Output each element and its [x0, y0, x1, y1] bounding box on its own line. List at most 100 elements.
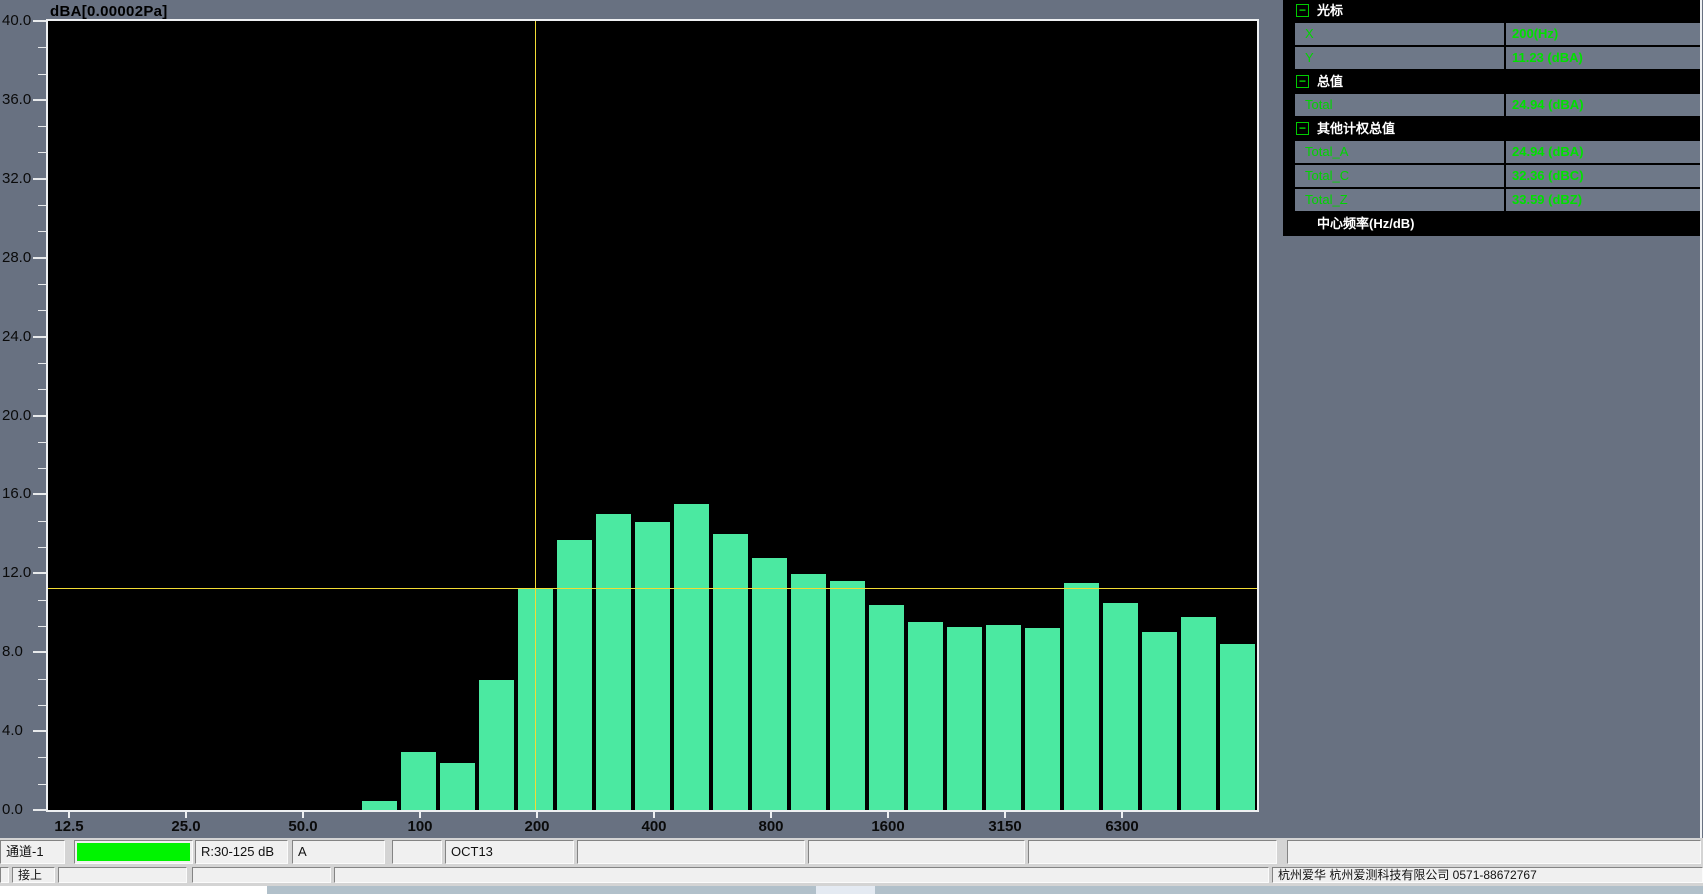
y-minor-tick — [38, 626, 46, 627]
result-value: 11.23 (dBA) — [1504, 47, 1700, 69]
y-axis-label: 12.0 — [2, 564, 46, 581]
results-table: −光标X200(Hz)Y11.23 (dBA)−总值Total24.94 (dB… — [1283, 0, 1700, 236]
y-axis-label: 32.0 — [2, 170, 46, 187]
spectrum-bar-125[interactable] — [440, 763, 475, 810]
spectrum-bar-500[interactable] — [674, 504, 709, 810]
result-value: 33.59 (dBZ) — [1504, 189, 1700, 211]
chart-title: dBA[0.00002Pa] — [50, 3, 168, 20]
x-tick-100 — [419, 811, 421, 818]
x-axis-label-6300: 6300 — [1080, 818, 1164, 835]
x-tick-1600 — [887, 811, 889, 818]
level-indicator-fill — [77, 843, 190, 861]
collapse-icon[interactable]: − — [1296, 75, 1309, 88]
spectrum-bar-160[interactable] — [479, 680, 514, 810]
results-panel: −光标X200(Hz)Y11.23 (dBA)−总值Total24.94 (dB… — [1283, 0, 1700, 236]
y-minor-tick — [38, 600, 46, 601]
result-row-Total: Total24.94 (dBA) — [1295, 94, 1700, 116]
y-axis-label: 36.0 — [2, 91, 46, 108]
result-label: Total_A — [1295, 144, 1348, 159]
result-label: Total — [1295, 97, 1332, 112]
status-cell — [1287, 840, 1701, 864]
cursor-vertical-line — [535, 21, 536, 810]
status-cell — [1028, 840, 1277, 864]
y-minor-tick — [38, 442, 46, 443]
spectrum-bar-8000[interactable] — [1142, 632, 1177, 810]
y-minor-tick — [38, 205, 46, 206]
y-minor-tick — [38, 389, 46, 390]
spectrum-bar-5000[interactable] — [1064, 583, 1099, 810]
collapse-icon[interactable]: − — [1296, 122, 1309, 135]
x-tick-3150 — [1004, 811, 1006, 818]
mode-cell: OCT13 — [445, 840, 574, 864]
y-minor-tick — [38, 679, 46, 680]
spectrum-bar-315[interactable] — [596, 514, 631, 810]
y-minor-tick — [38, 784, 46, 785]
result-row-X: X200(Hz) — [1295, 23, 1700, 45]
x-axis-label-100: 100 — [378, 818, 462, 835]
connection-cell: 接上 — [12, 867, 55, 883]
y-minor-tick — [38, 126, 46, 127]
section-header-总值[interactable]: −总值 — [1283, 71, 1700, 92]
y-axis-label: 24.0 — [2, 328, 46, 345]
spectrum-bar-1000[interactable] — [791, 574, 826, 810]
spectrum-bar-400[interactable] — [635, 522, 670, 810]
cursor-horizontal-line — [48, 588, 1257, 589]
spectrum-bar-2500[interactable] — [947, 627, 982, 810]
aux-cell — [392, 840, 442, 864]
y-axis-label: 28.0 — [2, 249, 46, 266]
spectrum-bar-1250[interactable] — [830, 581, 865, 810]
result-label: Total_Z — [1295, 192, 1348, 207]
weighting-cell: A — [292, 840, 385, 864]
spectrum-bar-2000[interactable] — [908, 622, 943, 810]
x-tick-12.5 — [68, 811, 70, 818]
x-axis-label-1600: 1600 — [846, 818, 930, 835]
company-cell: 杭州爱华 杭州爱测科技有限公司 0571-88672767 — [1272, 867, 1703, 883]
spectrum-bar-3150[interactable] — [986, 625, 1021, 810]
y-axis-label: 8.0 — [2, 643, 46, 660]
bottom-strip — [816, 886, 875, 894]
section-header-其他计权总值[interactable]: −其他计权总值 — [1283, 118, 1700, 139]
result-row-Total_A: Total_A 24.94 (dBA) — [1295, 141, 1700, 163]
x-tick-6300 — [1121, 811, 1123, 818]
status-cell — [577, 840, 805, 864]
y-minor-tick — [38, 310, 46, 311]
y-minor-tick — [38, 705, 46, 706]
y-axis-label: 0.0 — [2, 801, 46, 818]
status-cell — [192, 867, 331, 883]
spectrum-bar-250[interactable] — [557, 540, 592, 810]
y-axis-label: 16.0 — [2, 485, 46, 502]
status-cell — [808, 840, 1025, 864]
y-minor-tick — [38, 74, 46, 75]
x-axis-label-25.0: 25.0 — [144, 818, 228, 835]
status-cell — [0, 867, 9, 883]
y-axis-label: 4.0 — [2, 722, 46, 739]
result-row-Y: Y 11.23 (dBA) — [1295, 47, 1700, 69]
y-minor-tick — [38, 47, 46, 48]
section-header-光标[interactable]: −光标 — [1283, 0, 1700, 21]
y-minor-tick — [38, 468, 46, 469]
y-minor-tick — [38, 521, 46, 522]
collapse-icon[interactable]: − — [1296, 4, 1309, 17]
spectrum-bar-10000[interactable] — [1181, 617, 1216, 810]
range-cell: R:30-125 dB — [195, 840, 288, 864]
spectrum-bar-6300[interactable] — [1103, 603, 1138, 810]
spectrum-plot[interactable] — [46, 19, 1259, 812]
result-value: 32.36 (dBC) — [1504, 165, 1700, 187]
spectrum-bar-12500[interactable] — [1220, 644, 1255, 810]
x-axis-label-50.0: 50.0 — [261, 818, 345, 835]
x-tick-800 — [770, 811, 772, 818]
spectrum-bar-4000[interactable] — [1025, 628, 1060, 810]
level-indicator-cell — [74, 840, 193, 864]
x-axis-label-200: 200 — [495, 818, 579, 835]
spectrum-bar-80[interactable] — [362, 801, 397, 810]
spectrum-bar-100[interactable] — [401, 752, 436, 810]
section-header-中心频率(Hz/dB)[interactable]: 中心频率(Hz/dB) — [1283, 213, 1700, 234]
y-minor-tick — [38, 363, 46, 364]
spectrum-bar-800[interactable] — [752, 558, 787, 810]
spectrum-bar-630[interactable] — [713, 534, 748, 810]
result-value: 24.94 (dBA) — [1504, 141, 1700, 163]
spectrum-bar-1600[interactable] — [869, 605, 904, 810]
y-minor-tick — [38, 231, 46, 232]
result-label: Y — [1295, 50, 1314, 65]
bottom-strip — [0, 886, 267, 894]
